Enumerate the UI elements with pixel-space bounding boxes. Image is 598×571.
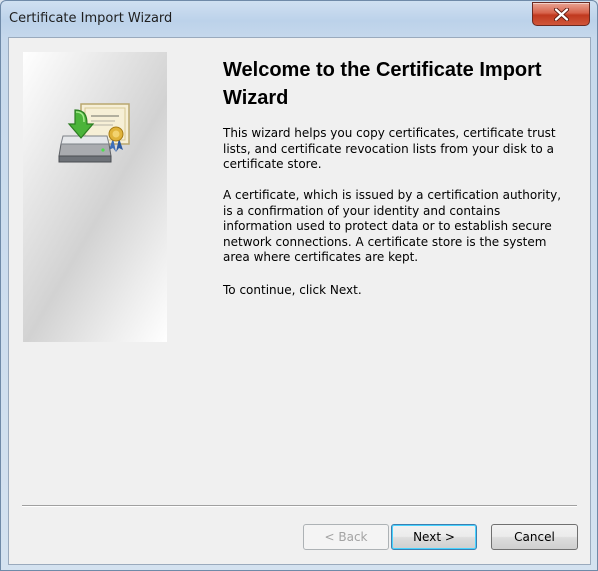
wizard-continue-text: To continue, click Next. (223, 283, 362, 297)
close-icon (554, 8, 569, 21)
wizard-side-panel (23, 52, 167, 342)
certificate-import-icon (58, 103, 130, 163)
title-bar[interactable]: Certificate Import Wizard (1, 1, 597, 37)
back-button[interactable]: < Back (303, 524, 389, 550)
close-button[interactable] (532, 2, 590, 26)
button-area-divider (22, 505, 577, 507)
wizard-intro-text: This wizard helps you copy certificates,… (223, 126, 556, 171)
wizard-heading: Welcome to the Certificate Import Wizard (223, 59, 542, 109)
wizard-description-text: A certificate, which is issued by a cert… (223, 188, 562, 264)
wizard-client-area: Welcome to the Certificate Import Wizard… (8, 37, 591, 565)
next-button[interactable]: Next > (391, 524, 477, 550)
certificate-import-wizard-window: Certificate Import Wizard Welcome to the… (0, 0, 598, 571)
window-title: Certificate Import Wizard (9, 11, 173, 26)
cancel-button[interactable]: Cancel (491, 524, 578, 550)
